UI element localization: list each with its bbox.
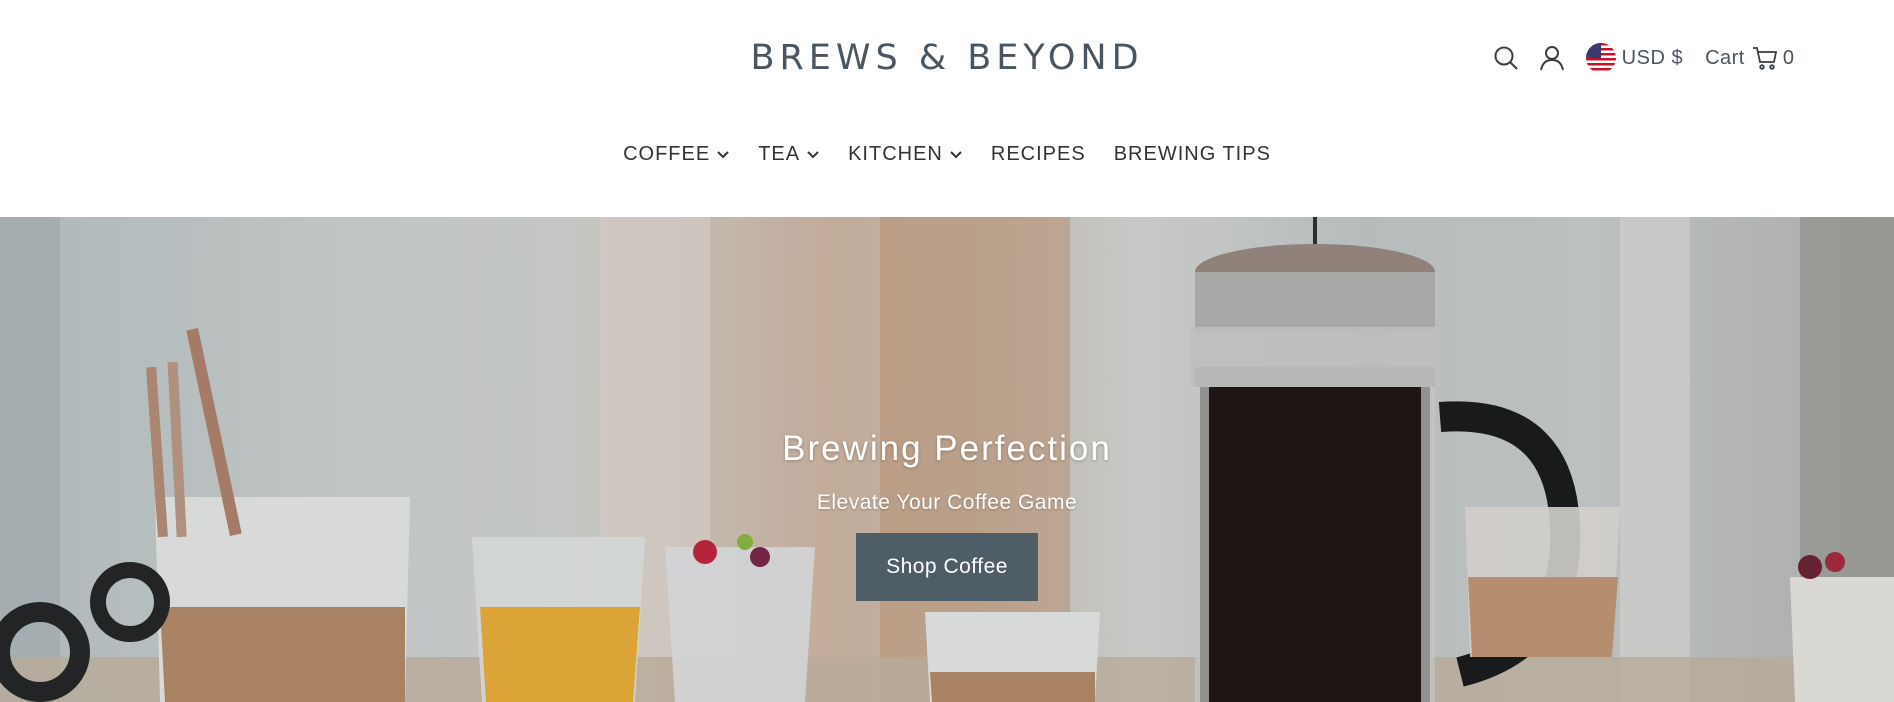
hero-title: Brewing Perfection — [782, 429, 1112, 468]
search-icon[interactable] — [1492, 44, 1520, 72]
cart-label: Cart — [1705, 46, 1745, 69]
hero-banner: Brewing Perfection Elevate Your Coffee G… — [0, 217, 1894, 702]
nav-item-tea[interactable]: TEA — [758, 143, 820, 166]
cart-count: 0 — [1782, 46, 1794, 69]
hero-subtitle: Elevate Your Coffee Game — [816, 491, 1078, 514]
nav-item-recipes[interactable]: RECIPES — [991, 143, 1086, 166]
chevron-down-icon — [806, 150, 820, 160]
us-flag-icon — [1585, 43, 1616, 73]
cart-link[interactable]: Cart 0 — [1705, 44, 1794, 72]
cart-icon — [1751, 44, 1779, 72]
currency-selector[interactable]: USD $ — [1585, 43, 1684, 73]
nav-item-label: KITCHEN — [848, 143, 943, 165]
nav-item-label: BREWING TIPS — [1113, 143, 1271, 165]
chevron-down-icon — [949, 150, 963, 160]
hero-content: Brewing Perfection Elevate Your Coffee G… — [0, 429, 1894, 601]
nav-item-brewing-tips[interactable]: BREWING TIPS — [1114, 143, 1271, 166]
user-icon[interactable] — [1538, 44, 1566, 72]
chevron-down-icon — [716, 150, 730, 160]
nav-item-label: COFFEE — [623, 143, 711, 165]
site-header: BREWS & BEYOND USD $ Cart 0 COFFEE TEA K… — [0, 0, 1894, 217]
nav-item-coffee[interactable]: COFFEE — [623, 143, 730, 166]
nav-item-label: RECIPES — [990, 143, 1086, 165]
nav-item-label: TEA — [758, 143, 801, 165]
shop-coffee-button[interactable]: Shop Coffee — [856, 533, 1038, 601]
nav-item-kitchen[interactable]: KITCHEN — [848, 143, 963, 166]
main-nav: COFFEE TEA KITCHEN RECIPES BREWING TIPS — [0, 143, 1894, 166]
currency-label: USD $ — [1621, 46, 1684, 69]
header-utilities: USD $ Cart 0 — [1492, 40, 1794, 76]
